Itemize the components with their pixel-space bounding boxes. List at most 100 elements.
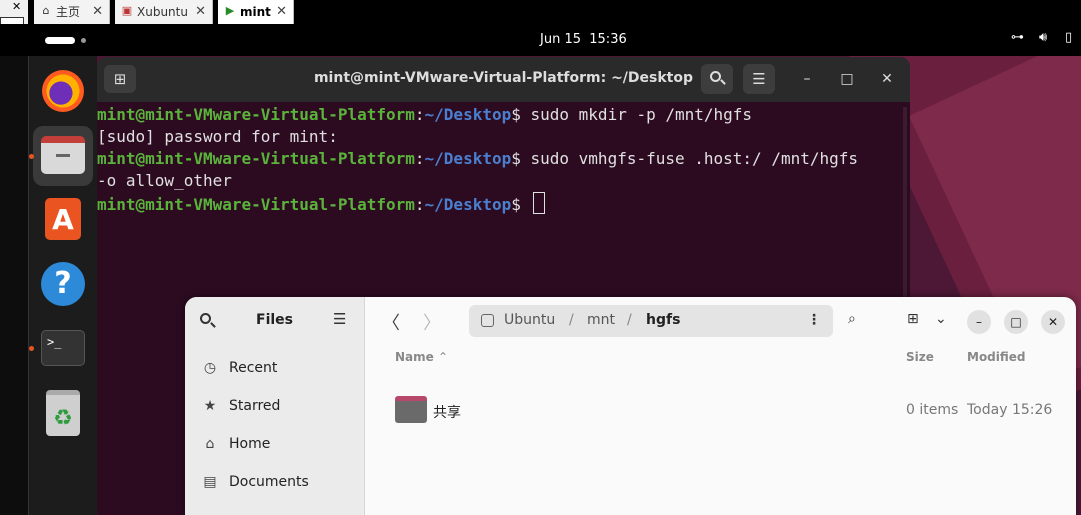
files-icon [41,136,85,174]
dock-trash[interactable]: ♻ [33,384,93,444]
dock-help[interactable]: ? [33,254,93,314]
close-icon[interactable]: ✕ [276,0,287,24]
prompt-user: mint@mint-VMware-Virtual-Platform [97,105,415,124]
host-tab-mint[interactable]: ▶ mint ✕ [218,0,294,24]
prompt-dollar: $ [511,195,531,214]
clock[interactable]: Jun 15 15:36 [540,32,627,47]
terminal-output[interactable]: mint@mint-VMware-Virtual-Platform:~/Desk… [97,104,910,216]
prompt-dollar: $ [511,149,531,168]
prompt-path: ~/Desktop [424,195,512,214]
workspace-dot [81,38,86,43]
path-separator: / [627,312,632,328]
command-text: sudo mkdir -p /mnt/hgfs [530,105,753,124]
terminal-line: mint@mint-VMware-Virtual-Platform:~/Desk… [97,148,910,170]
vm-icon: ▣ [121,4,133,17]
chevron-down-icon[interactable]: ⌄ [935,311,947,327]
app-center-icon: A [45,198,81,240]
close-button[interactable]: ✕ [1041,310,1065,334]
host-tab-home[interactable]: ⌂ 主页 ✕ [34,0,110,24]
network-icon: ⊶ [1011,30,1024,45]
clock-time: 15:36 [589,32,627,47]
maximize-button[interactable]: □ [1004,310,1028,334]
trash-icon: ♻ [46,390,80,436]
terminal-headerbar[interactable]: ⊞ mint@mint-VMware-Virtual-Platform: ~/D… [97,57,910,102]
running-indicator [29,346,34,351]
sidebar-item-label: Home [229,436,271,452]
host-tab-label: 主页 [56,5,81,19]
path-segment-current[interactable]: hgfs [646,312,680,328]
dock-files[interactable] [29,126,93,186]
kebab-menu-icon[interactable]: ⋮ [807,312,821,328]
sidebar-item-label: Recent [229,360,278,376]
gnome-top-bar: Jun 15 15:36 ⊶ 🔊︎ ▯ [0,24,1081,56]
host-tab-label: mint [240,5,271,19]
forward-button[interactable]: 〉 [423,309,441,335]
close-icon[interactable]: ✕ [195,0,206,24]
document-icon: ▤ [203,474,217,490]
clock-icon: ◷ [203,360,217,376]
column-header-label: Name [395,350,434,364]
close-icon[interactable]: ✕ [92,0,103,24]
sidebar-item-label: Documents [229,474,309,490]
path-segment[interactable]: mnt [587,312,615,328]
files-sidebar: Files ☰ ◷ Recent ★ Starred ⌂ Home ▤ Docu… [185,297,365,515]
activities-indicator[interactable] [45,37,75,44]
vm-running-icon: ▶ [225,4,235,17]
dock: A ? >_ ♻ [29,56,97,515]
vmware-tab-strip: ✕ ⌂ 主页 ✕ ▣ Xubuntu ✕ ▶ mint ✕ [0,0,1081,31]
prompt-user: mint@mint-VMware-Virtual-Platform [97,149,415,168]
hamburger-menu-icon[interactable]: ☰ [743,64,775,94]
file-modified: Today 15:26 [967,402,1053,418]
host-tab-xubuntu[interactable]: ▣ Xubuntu ✕ [115,0,213,24]
terminal-title: mint@mint-VMware-Virtual-Platform: ~/Des… [313,70,694,86]
grid-view-icon[interactable]: ⊞ [907,311,919,327]
prompt-colon: : [414,105,425,124]
host-close-icon[interactable]: ✕ [12,0,21,13]
terminal-line: mint@mint-VMware-Virtual-Platform:~/Desk… [97,104,910,126]
prompt-path: ~/Desktop [424,149,512,168]
host-tab-label: Xubuntu [137,5,188,19]
command-text: sudo vmhgfs-fuse .host:/ /mnt/hgfs [530,149,859,168]
dock-terminal[interactable]: >_ [29,318,93,378]
path-bar[interactable]: Ubuntu / mnt / hgfs ⋮ [469,305,833,337]
prompt-colon: : [414,149,425,168]
battery-icon: ▯ [1065,30,1073,45]
star-icon: ★ [203,398,217,414]
file-size: 0 items [906,402,959,418]
sort-ascending-icon: ⌃ [437,350,449,364]
minimize-button[interactable]: – [967,310,991,334]
prompt-dollar: $ [511,105,531,124]
search-folder-icon[interactable]: ⌕ [848,311,856,327]
column-header-name[interactable]: Name ⌃ [395,350,448,364]
clock-date: Jun 15 [540,32,581,47]
back-button[interactable]: 〈 [382,309,400,335]
home-icon: ⌂ [42,4,50,17]
host-left-control[interactable]: ✕ [0,0,28,31]
dock-app-center[interactable]: A [33,190,93,250]
text-cursor [532,192,545,214]
folder-icon [395,396,427,423]
terminal-line: -o allow_other [97,170,910,192]
search-icon[interactable] [701,64,733,94]
system-tray[interactable]: ⊶ 🔊︎ ▯ [1011,30,1081,50]
hamburger-menu-icon[interactable]: ☰ [333,310,346,328]
files-window[interactable]: Files ☰ ◷ Recent ★ Starred ⌂ Home ▤ Docu… [185,297,1076,515]
prompt-path: ~/Desktop [424,105,512,124]
dock-firefox[interactable] [33,62,93,122]
column-header-modified[interactable]: Modified [967,350,1026,364]
output-text: [sudo] password for mint: [97,127,338,146]
disk-icon [481,314,494,327]
minimize-button[interactable]: – [795,67,819,91]
column-header-size[interactable]: Size [906,350,934,364]
prompt-user: mint@mint-VMware-Virtual-Platform [97,195,415,214]
firefox-icon [42,70,84,112]
close-button[interactable]: ✕ [875,67,899,91]
files-main-view: 〈 〉 Ubuntu / mnt / hgfs ⋮ ⌕ ⊞ ⌄ – □ ✕ Na… [365,297,1076,515]
maximize-button[interactable]: □ [835,67,859,91]
terminal-icon: >_ [41,330,85,366]
file-row[interactable]: 共享 0 items Today 15:26 [365,393,1076,429]
prompt-colon: : [414,195,425,214]
path-segment[interactable]: Ubuntu [504,312,555,328]
output-text: -o allow_other [97,171,232,190]
path-separator: / [569,312,574,328]
